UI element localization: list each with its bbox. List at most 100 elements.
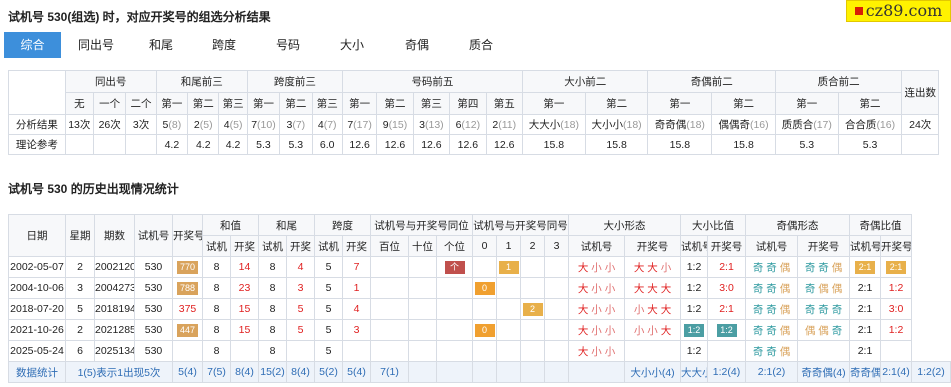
- tab-1[interactable]: 综合: [4, 32, 61, 58]
- tail-draw: [286, 340, 315, 362]
- sum-draw: 15: [230, 319, 259, 341]
- tab-5[interactable]: 号码: [257, 32, 319, 58]
- sub-header: 开奖号: [797, 235, 851, 257]
- result-count: (15): [388, 118, 408, 131]
- trial-number-cell: 530: [134, 277, 173, 299]
- parity-ratio-trial: 2:1: [849, 319, 882, 341]
- size-ratio-draw-box: 1:2: [716, 323, 737, 337]
- size-pattern-draw: [624, 340, 682, 362]
- sum-draw: 14: [230, 256, 259, 278]
- sub-header: 第三: [311, 92, 343, 115]
- size-ratio-draw: [707, 340, 747, 362]
- stats-cell: 5(4): [172, 361, 203, 383]
- same-position-cell: [370, 340, 409, 362]
- group-header: 跨度前三: [246, 70, 343, 93]
- site-logo[interactable]: cz89.com: [846, 0, 951, 22]
- size-pattern-trial-char: 小: [591, 345, 605, 358]
- size-pattern-trial-char: 小: [591, 282, 605, 295]
- group-header: 连出数: [901, 70, 939, 115]
- size-pattern-trial-char: 小: [591, 324, 605, 337]
- tab-3[interactable]: 和尾: [131, 32, 191, 58]
- reference-cell: 12.6: [485, 134, 524, 155]
- result-cell: 合合质(16): [837, 114, 903, 135]
- sub-header: 试机号: [745, 235, 799, 257]
- result-cell: 24次: [901, 114, 939, 135]
- issue-cell: 2002120: [94, 256, 135, 278]
- sub-header: 开奖: [230, 235, 259, 257]
- tab-4[interactable]: 跨度: [191, 32, 257, 58]
- parity-pattern-draw-char: 奇: [831, 324, 843, 337]
- tail-draw: 3: [286, 277, 315, 299]
- sum-trial: 8: [202, 319, 231, 341]
- size-pattern-trial-char: 小: [591, 303, 605, 316]
- tail-trial: 8: [258, 298, 287, 320]
- stats-cell: 5(2): [314, 361, 343, 383]
- date-cell: 2018-07-20: [8, 298, 66, 320]
- sub-header: 试机号: [568, 235, 626, 257]
- parity-pattern-trial-char: 奇: [752, 324, 767, 337]
- draw-number-cell-box: 447: [176, 323, 199, 337]
- result-cell: 4(5): [218, 114, 248, 135]
- group-header: 同出号: [64, 70, 157, 93]
- same-position-cell: 个: [435, 256, 474, 278]
- date-cell: 2002-05-07: [8, 256, 66, 278]
- sub-header: 第一: [246, 92, 281, 115]
- parity-pattern-trial-char: 偶: [779, 261, 791, 274]
- group-header: 奇偶形态: [745, 214, 851, 236]
- result-cell: 2(11): [485, 114, 524, 135]
- same-number-cell: [472, 256, 498, 278]
- issue-cell: 2018194: [94, 298, 135, 320]
- group-header: 日期: [8, 214, 66, 257]
- result-count: (18): [686, 119, 705, 131]
- sub-header: 试机: [258, 235, 287, 257]
- sub-header: 0: [472, 235, 498, 257]
- parity-pattern-draw-char: 奇: [818, 261, 832, 274]
- parity-pattern-draw-char: 偶: [818, 324, 832, 337]
- tab-7[interactable]: 奇偶: [385, 32, 449, 58]
- same-number-cell-box: 1: [498, 260, 519, 274]
- parity-pattern-trial: 奇 奇 偶: [745, 319, 799, 341]
- sub-header: 3: [544, 235, 570, 257]
- sub-header: 开奖号: [707, 235, 747, 257]
- result-cell: 偶偶奇(16): [711, 114, 776, 135]
- result-count: (16): [749, 119, 769, 131]
- weekday-cell: 6: [65, 340, 95, 362]
- stats-cell: 7(1): [370, 361, 409, 383]
- size-pattern-trial-char: 大: [577, 282, 592, 295]
- row-label: 理论参考: [8, 134, 66, 155]
- stats-cell: 1:2(4): [707, 361, 747, 383]
- same-position-cell: [370, 256, 409, 278]
- parity-pattern-trial: 奇 奇 偶: [745, 277, 799, 299]
- sub-header: 第三: [412, 92, 451, 115]
- tab-2[interactable]: 同出号: [61, 32, 131, 58]
- sub-header: 1: [496, 235, 522, 257]
- stats-cell: 奇奇偶(1): [849, 361, 882, 383]
- tail-trial: 8: [258, 319, 287, 341]
- size-ratio-trial: 1:2: [680, 277, 709, 299]
- draw-number-cell: 375: [172, 298, 203, 320]
- group-header: 跨度: [314, 214, 371, 236]
- weekday-cell: 2: [65, 319, 95, 341]
- stats-cell: 大大小(1): [680, 361, 709, 383]
- tail-trial: 8: [258, 277, 287, 299]
- tab-8[interactable]: 质合: [449, 32, 513, 58]
- result-cell: 7(10): [246, 114, 281, 135]
- same-number-cell: [496, 340, 522, 362]
- size-pattern-trial: 大 小 小: [568, 340, 626, 362]
- parity-pattern-draw: 奇 奇 奇: [797, 298, 851, 320]
- stats-cell: [568, 361, 626, 383]
- span-trial: 5: [314, 277, 343, 299]
- stats-cell: [544, 361, 570, 383]
- history-table: 日期 星期 期数 试机号 开奖号 和值 和尾 跨度 试机号与开奖号同位 试机号与开奖号同号 大小形态…: [8, 214, 951, 383]
- sub-header: 试机号: [680, 235, 709, 257]
- span-trial: 5: [314, 340, 343, 362]
- issue-cell: 2025134: [94, 340, 135, 362]
- parity-ratio-trial: 2:1: [849, 277, 882, 299]
- tail-draw: 5: [286, 298, 315, 320]
- tab-6[interactable]: 大小: [319, 32, 385, 58]
- parity-pattern-trial-char: 奇: [766, 324, 780, 337]
- same-position-cell-box: 个: [444, 260, 465, 274]
- draw-number-cell: 770: [172, 256, 203, 278]
- same-number-cell: [520, 319, 546, 341]
- stats-cell: 5(4): [342, 361, 371, 383]
